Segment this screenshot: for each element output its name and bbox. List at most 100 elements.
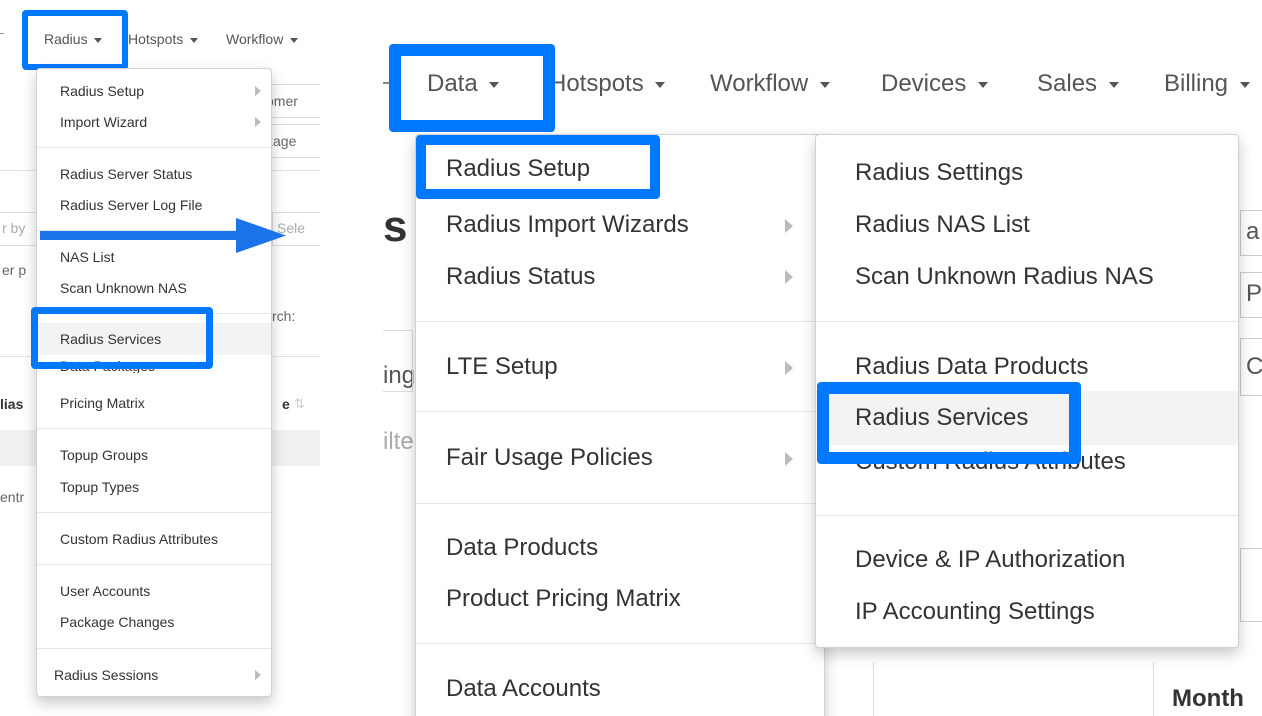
nav-sales[interactable]: Sales	[1037, 70, 1119, 98]
menu-divider	[37, 428, 271, 429]
menu-divider	[37, 147, 271, 148]
highlight-radius-services	[31, 307, 213, 369]
submenu-item-label: Scan Unknown Radius NAS	[855, 263, 1154, 290]
right-screenshot-panel: s ing ilte a P C Month Data Hotspots Wor…	[383, 40, 1262, 716]
menu-item-label: Radius Server Log File	[60, 197, 203, 213]
menu-item-label: Product Pricing Matrix	[446, 585, 681, 612]
nav-devices[interactable]: Devices	[881, 70, 989, 98]
menu-item-label: Pricing Matrix	[60, 395, 145, 411]
nav-hotspots-label: Hotspots	[128, 31, 184, 47]
bg-text-entr: entr	[0, 489, 25, 505]
menu-item-product-pricing-matrix[interactable]: Product Pricing Matrix	[416, 583, 824, 615]
menu-divider	[37, 564, 271, 565]
menu-item-pricing-matrix[interactable]: Pricing Matrix	[37, 393, 271, 413]
bg-text-e: e	[282, 396, 290, 412]
menu-item-label: Scan Unknown NAS	[60, 280, 187, 296]
menu-item-radius-status[interactable]: Radius Status	[416, 261, 824, 293]
bg-box-d	[1240, 548, 1262, 622]
bg-text-per: er p	[2, 262, 27, 278]
menu-divider	[416, 643, 824, 644]
menu-item-label: Topup Groups	[60, 447, 148, 463]
menu-item-radius-sessions[interactable]: Radius Sessions	[37, 665, 271, 685]
nav-devices-label: Devices	[881, 70, 967, 97]
menu-item-label: Radius Sessions	[54, 667, 159, 683]
nav-separator	[0, 33, 4, 34]
bg-text-search: rch:	[272, 308, 296, 324]
highlight-radius-services	[817, 382, 1081, 464]
arrow-right-icon	[40, 218, 286, 253]
menu-item-radius-server-log-file[interactable]: Radius Server Log File	[37, 195, 271, 215]
chevron-down-icon	[819, 81, 830, 88]
menu-item-scan-unknown-nas[interactable]: Scan Unknown NAS	[37, 278, 271, 298]
chevron-right-icon	[255, 670, 261, 680]
menu-divider	[816, 515, 1238, 516]
menu-item-fair-usage-policies[interactable]: Fair Usage Policies	[416, 442, 824, 474]
nav-workflow[interactable]: Workflow	[226, 31, 299, 47]
menu-item-import-wizard[interactable]: Import Wizard	[37, 112, 271, 132]
nav-hotspots-label: Hotspots	[549, 70, 644, 97]
menu-item-topup-groups[interactable]: Topup Groups	[37, 445, 271, 465]
nav-hotspots[interactable]: Hotspots	[549, 70, 666, 98]
nav-billing[interactable]: Billing	[1164, 70, 1250, 98]
menu-item-custom-radius-attributes[interactable]: Custom Radius Attributes	[37, 529, 271, 549]
nav-sales-label: Sales	[1037, 70, 1098, 97]
bg-text-ilte: ilte	[383, 428, 414, 455]
menu-item-radius-import-wizards[interactable]: Radius Import Wizards	[416, 209, 824, 241]
menu-item-label: Data Accounts	[446, 675, 601, 702]
radius-dropdown-menu: Radius Setup Import Wizard Radius Server…	[36, 68, 272, 697]
submenu-item-label: IP Accounting Settings	[855, 598, 1095, 625]
menu-item-label: Fair Usage Policies	[446, 444, 653, 471]
left-screenshot-panel: omer kage r by Sele er p rch: lias e ⇅ e…	[0, 0, 320, 716]
submenu-item-radius-data-products[interactable]: Radius Data Products	[816, 351, 1238, 383]
chevron-right-icon	[785, 452, 793, 466]
submenu-item-ip-accounting-settings[interactable]: IP Accounting Settings	[816, 596, 1238, 628]
chevron-right-icon	[255, 117, 261, 127]
chevron-right-icon	[785, 361, 793, 375]
chevron-right-icon	[785, 270, 793, 284]
submenu-item-label: Device & IP Authorization	[855, 546, 1126, 573]
menu-item-label: Radius Import Wizards	[446, 211, 689, 238]
chevron-down-icon	[978, 81, 989, 88]
menu-item-package-changes[interactable]: Package Changes	[37, 612, 271, 632]
nav-workflow-label: Workflow	[226, 31, 284, 47]
bg-text-filter-by: r by	[2, 220, 26, 236]
submenu-item-label: Radius Data Products	[855, 353, 1089, 380]
nav-hotspots[interactable]: Hotspots	[128, 31, 199, 47]
nav-workflow[interactable]: Workflow	[710, 70, 830, 98]
chevron-right-icon	[255, 86, 261, 96]
bg-button-left	[383, 330, 413, 392]
bg-col-line	[1153, 662, 1154, 716]
bg-text-c: C	[1246, 353, 1262, 380]
highlight-radius-menu	[22, 10, 128, 70]
menu-item-lte-setup[interactable]: LTE Setup	[416, 351, 824, 383]
submenu-item-radius-nas-list[interactable]: Radius NAS List	[816, 209, 1238, 241]
menu-item-user-accounts[interactable]: User Accounts	[37, 581, 271, 601]
menu-item-data-products[interactable]: Data Products	[416, 532, 824, 564]
submenu-item-radius-settings[interactable]: Radius Settings	[816, 157, 1238, 189]
menu-item-topup-types[interactable]: Topup Types	[37, 477, 271, 497]
bg-col-line	[873, 662, 874, 716]
submenu-item-scan-unknown-radius-nas[interactable]: Scan Unknown Radius NAS	[816, 261, 1238, 293]
bg-text-a: a	[1246, 218, 1260, 245]
menu-item-data-accounts[interactable]: Data Accounts	[416, 673, 824, 705]
menu-item-label: Package Changes	[60, 614, 175, 630]
menu-divider	[816, 321, 1238, 322]
chevron-down-icon	[1239, 81, 1250, 88]
highlight-data-menu	[389, 44, 555, 132]
menu-item-label: Radius Status	[446, 263, 596, 290]
chevron-down-icon	[1108, 81, 1119, 88]
menu-item-label: Topup Types	[60, 479, 140, 495]
submenu-item-device-ip-authorization[interactable]: Device & IP Authorization	[816, 544, 1238, 576]
chevron-down-icon	[655, 81, 666, 88]
submenu-item-label: Radius Settings	[855, 159, 1024, 186]
chevron-right-icon	[785, 219, 793, 233]
menu-item-radius-server-status[interactable]: Radius Server Status	[37, 164, 271, 184]
menu-item-label: User Accounts	[60, 583, 151, 599]
bg-text-alias: lias	[0, 396, 24, 412]
menu-item-label: Radius Setup	[60, 83, 145, 99]
menu-item-radius-setup[interactable]: Radius Setup	[37, 81, 271, 101]
menu-divider	[416, 411, 824, 412]
sort-icon: ⇅	[294, 396, 305, 411]
chevron-down-icon	[190, 37, 199, 43]
menu-item-label: Data Products	[446, 534, 599, 561]
